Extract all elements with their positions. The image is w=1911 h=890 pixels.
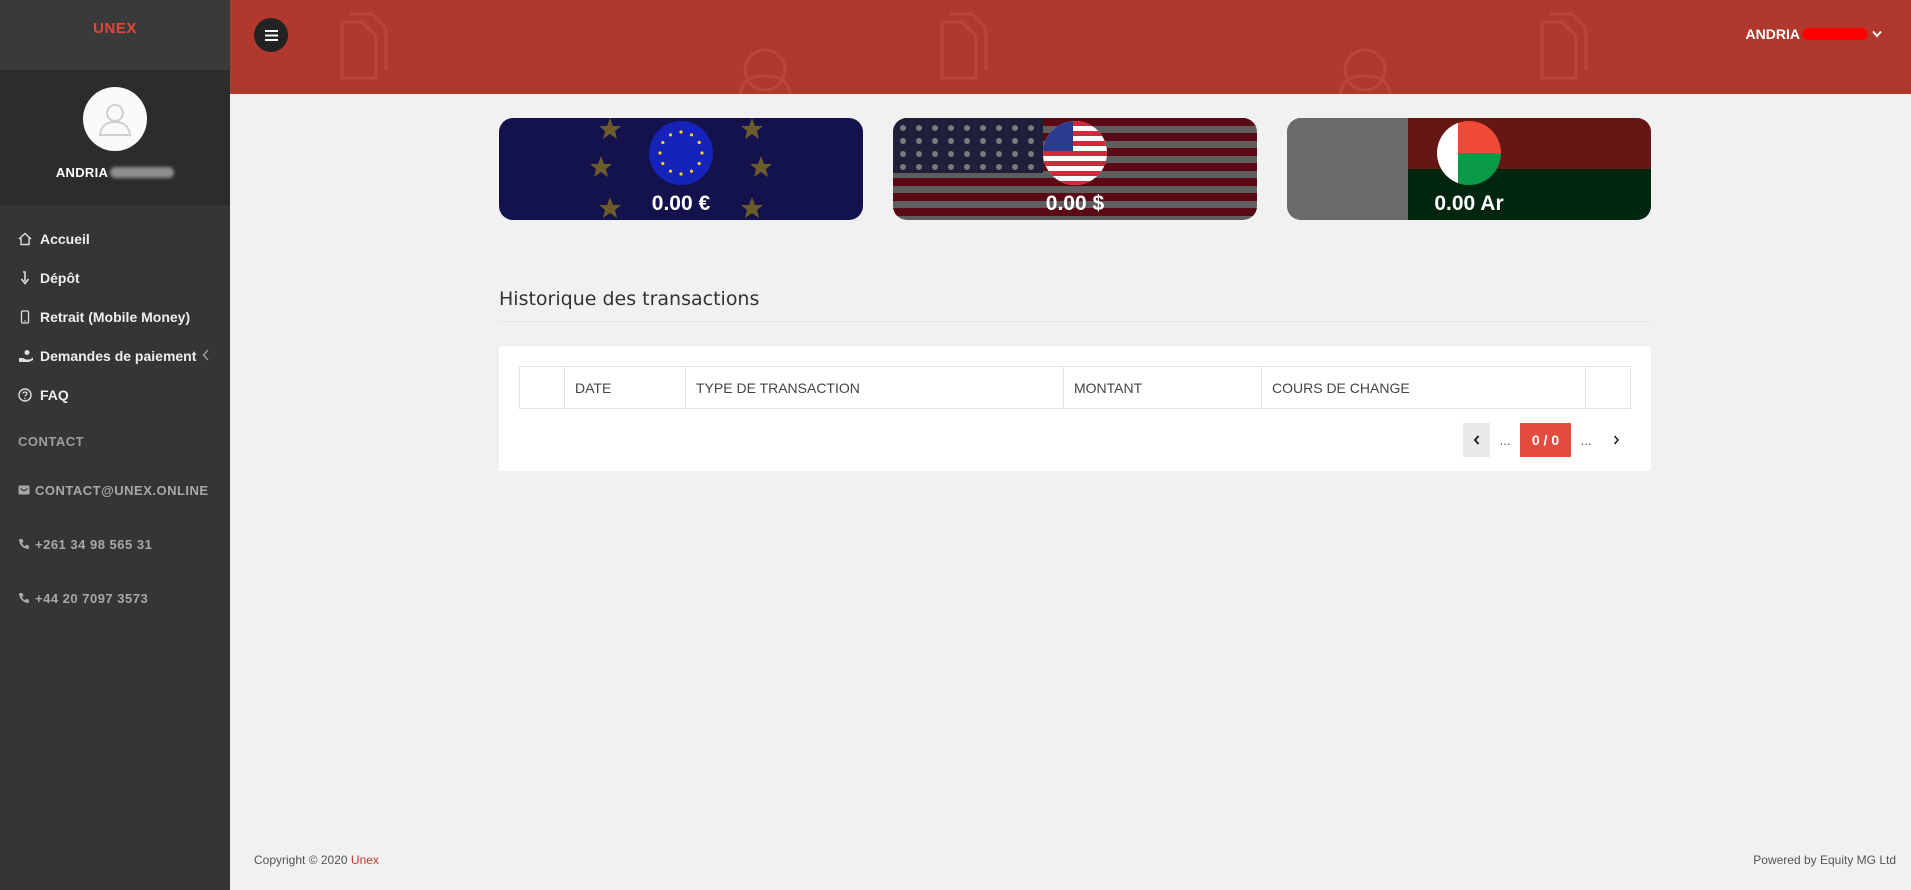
sidebar-item-label: Demandes de paiement	[40, 347, 197, 364]
sidebar-item-label: Accueil	[40, 230, 90, 247]
prev-page-button[interactable]	[1463, 423, 1490, 457]
phone-icon	[18, 538, 35, 550]
avatar[interactable]	[83, 87, 147, 151]
header-username: ANDRIA	[1745, 26, 1800, 42]
sidebar-nav: Accueil Dépôt Retrait (Mobile Money) Dem…	[0, 205, 230, 414]
balance-card-mga[interactable]: 0.00 Ar	[1287, 118, 1651, 220]
history-title: Historique des transactions	[499, 288, 760, 310]
home-icon	[18, 232, 40, 246]
contact-email[interactable]: CONTACT@UNEX.ONLINE	[0, 463, 230, 517]
transactions-table: DATE TYPE DE TRANSACTION MONTANT COURS D…	[519, 366, 1631, 409]
envelope-icon	[18, 484, 35, 496]
sidebar-item-demandes[interactable]: Demandes de paiement	[0, 336, 230, 375]
chevron-left-icon[interactable]	[202, 348, 210, 364]
balance-card-eur[interactable]: 0.00 €	[499, 118, 863, 220]
column-header-rate[interactable]: COURS DE CHANGE	[1261, 366, 1586, 409]
current-page-indicator[interactable]: 0 / 0	[1520, 423, 1571, 457]
hand-coin-icon	[18, 349, 40, 363]
sidebar-item-retrait[interactable]: Retrait (Mobile Money)	[0, 297, 230, 336]
footer-copyright: Copyright © 2020 Unex	[254, 853, 379, 867]
contact-phone-text: +44 20 7097 3573	[35, 590, 149, 606]
contact-section-label: CONTACT	[18, 434, 85, 449]
pagination: ... 0 / 0 ...	[1463, 423, 1631, 457]
transactions-panel: DATE TYPE DE TRANSACTION MONTANT COURS D…	[499, 346, 1651, 471]
header-pattern-icon	[340, 12, 1588, 94]
column-header-select[interactable]	[519, 366, 565, 409]
chevron-left-icon	[1473, 435, 1479, 445]
name-redaction	[110, 167, 175, 178]
sidebar: UNEX ANDRIA Accueil Dépôt Retrait (Mobil…	[0, 0, 230, 890]
column-header-date[interactable]: DATE	[564, 366, 686, 409]
question-circle-icon	[18, 387, 40, 402]
top-header: ANDRIA	[230, 0, 1911, 94]
menu-toggle-button[interactable]	[254, 18, 288, 52]
phone-icon	[18, 592, 35, 604]
hamburger-icon	[264, 29, 278, 41]
divider	[499, 321, 1651, 322]
balance-amount: 0.00 Ar	[1434, 192, 1504, 215]
sidebar-item-label: FAQ	[40, 386, 69, 403]
sidebar-item-depot[interactable]: Dépôt	[0, 258, 230, 297]
user-profile: ANDRIA	[0, 70, 230, 205]
brand-logo[interactable]: UNEX	[0, 0, 230, 70]
chevron-right-icon	[1613, 435, 1620, 445]
sidebar-item-label: Retrait (Mobile Money)	[40, 308, 191, 325]
contact-phone-text: +261 34 98 565 31	[35, 536, 153, 552]
user-icon	[98, 104, 132, 136]
sidebar-item-faq[interactable]: FAQ	[0, 375, 230, 414]
sidebar-item-label: Dépôt	[40, 269, 80, 286]
contact-email-text: CONTACT@UNEX.ONLINE	[35, 482, 209, 498]
next-page-button[interactable]	[1601, 423, 1631, 457]
pagination-ellipsis[interactable]: ...	[1571, 423, 1601, 457]
chevron-down-icon	[1872, 30, 1882, 38]
balance-amount: 0.00 €	[651, 192, 711, 215]
sidebar-username-text: ANDRIA	[55, 165, 109, 180]
table-header-row: DATE TYPE DE TRANSACTION MONTANT COURS D…	[519, 366, 1631, 409]
column-header-type[interactable]: TYPE DE TRANSACTION	[685, 366, 1064, 409]
mobile-icon	[18, 309, 40, 324]
column-header-amount[interactable]: MONTANT	[1063, 366, 1262, 409]
sidebar-item-accueil[interactable]: Accueil	[0, 219, 230, 258]
balance-amount: 0.00 $	[1045, 192, 1105, 215]
footer-brand-link[interactable]: Unex	[351, 853, 379, 867]
name-redaction	[1802, 28, 1868, 40]
balance-card-usd[interactable]: 0.00 $	[893, 118, 1257, 220]
contact-phone-uk[interactable]: +44 20 7097 3573	[0, 571, 230, 625]
copyright-text: Copyright © 2020	[254, 853, 351, 867]
pagination-ellipsis[interactable]: ...	[1490, 423, 1520, 457]
footer-powered-by: Powered by Equity MG Ltd	[1753, 853, 1896, 867]
contact-phone-mg[interactable]: +261 34 98 565 31	[0, 517, 230, 571]
user-menu-dropdown[interactable]: ANDRIA	[1746, 26, 1882, 42]
sidebar-username: ANDRIA	[55, 165, 175, 180]
arrow-down-icon	[18, 270, 40, 285]
column-header-actions[interactable]	[1585, 366, 1631, 409]
